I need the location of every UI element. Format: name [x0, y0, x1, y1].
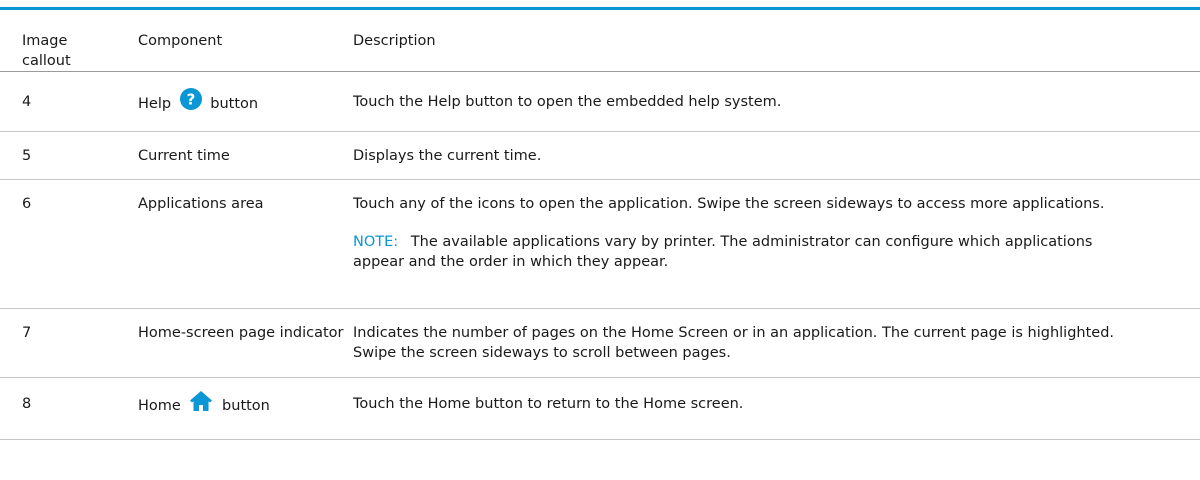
component-label: Current time — [118, 131, 351, 180]
component-label: Help — [138, 96, 172, 112]
table-header-row: Image callout Component Description — [0, 10, 1200, 72]
callout-number: 8 — [0, 377, 118, 440]
manual-page: Image callout Component Description 4 He… — [0, 0, 1200, 480]
component-description-table: Image callout Component Description 4 He… — [0, 10, 1200, 440]
header-component: Component — [118, 10, 351, 72]
table-row: 8 Home button Touch the Home button to r… — [0, 377, 1200, 440]
description-cell: Touch the Help button to open the embedd… — [351, 71, 1200, 132]
description-cell: Indicates the number of pages on the Hom… — [351, 308, 1200, 378]
component-cell: Help ? button — [118, 71, 351, 132]
description-text: Touch any of the icons to open the appli… — [353, 196, 1105, 212]
note-text: The available applications vary by print… — [353, 234, 1093, 270]
component-label: Home — [138, 398, 181, 414]
description-cell: Touch the Home button to return to the H… — [351, 377, 1200, 440]
header-image-callout: Image callout — [0, 10, 118, 72]
callout-number: 7 — [0, 308, 118, 378]
table-row: 4 Help ? button Touch the Help button to… — [0, 71, 1200, 132]
callout-number: 6 — [0, 179, 118, 309]
component-label-suffix: button — [222, 398, 270, 414]
table-row: 7 Home-screen page indicator Indicates t… — [0, 308, 1200, 378]
component-cell: Home button — [118, 377, 351, 440]
home-icon — [189, 390, 213, 418]
callout-number: 4 — [0, 71, 118, 132]
component-label: Home-screen page indicator — [118, 308, 351, 378]
component-label-suffix: button — [210, 96, 259, 112]
table-row: 6 Applications area Touch any of the ico… — [0, 179, 1200, 309]
question-mark-circle-icon: ? — [179, 88, 202, 116]
description-cell: Displays the current time. — [351, 131, 1200, 180]
description-cell: Touch any of the icons to open the appli… — [351, 179, 1200, 309]
note-label: NOTE: — [353, 234, 399, 250]
note-block: NOTE: The available applications vary by… — [353, 232, 1140, 272]
callout-number: 5 — [0, 131, 118, 180]
table-row: 5 Current time Displays the current time… — [0, 131, 1200, 180]
svg-text:?: ? — [186, 91, 195, 109]
header-description: Description — [351, 10, 1200, 72]
component-label: Applications area — [118, 179, 351, 309]
